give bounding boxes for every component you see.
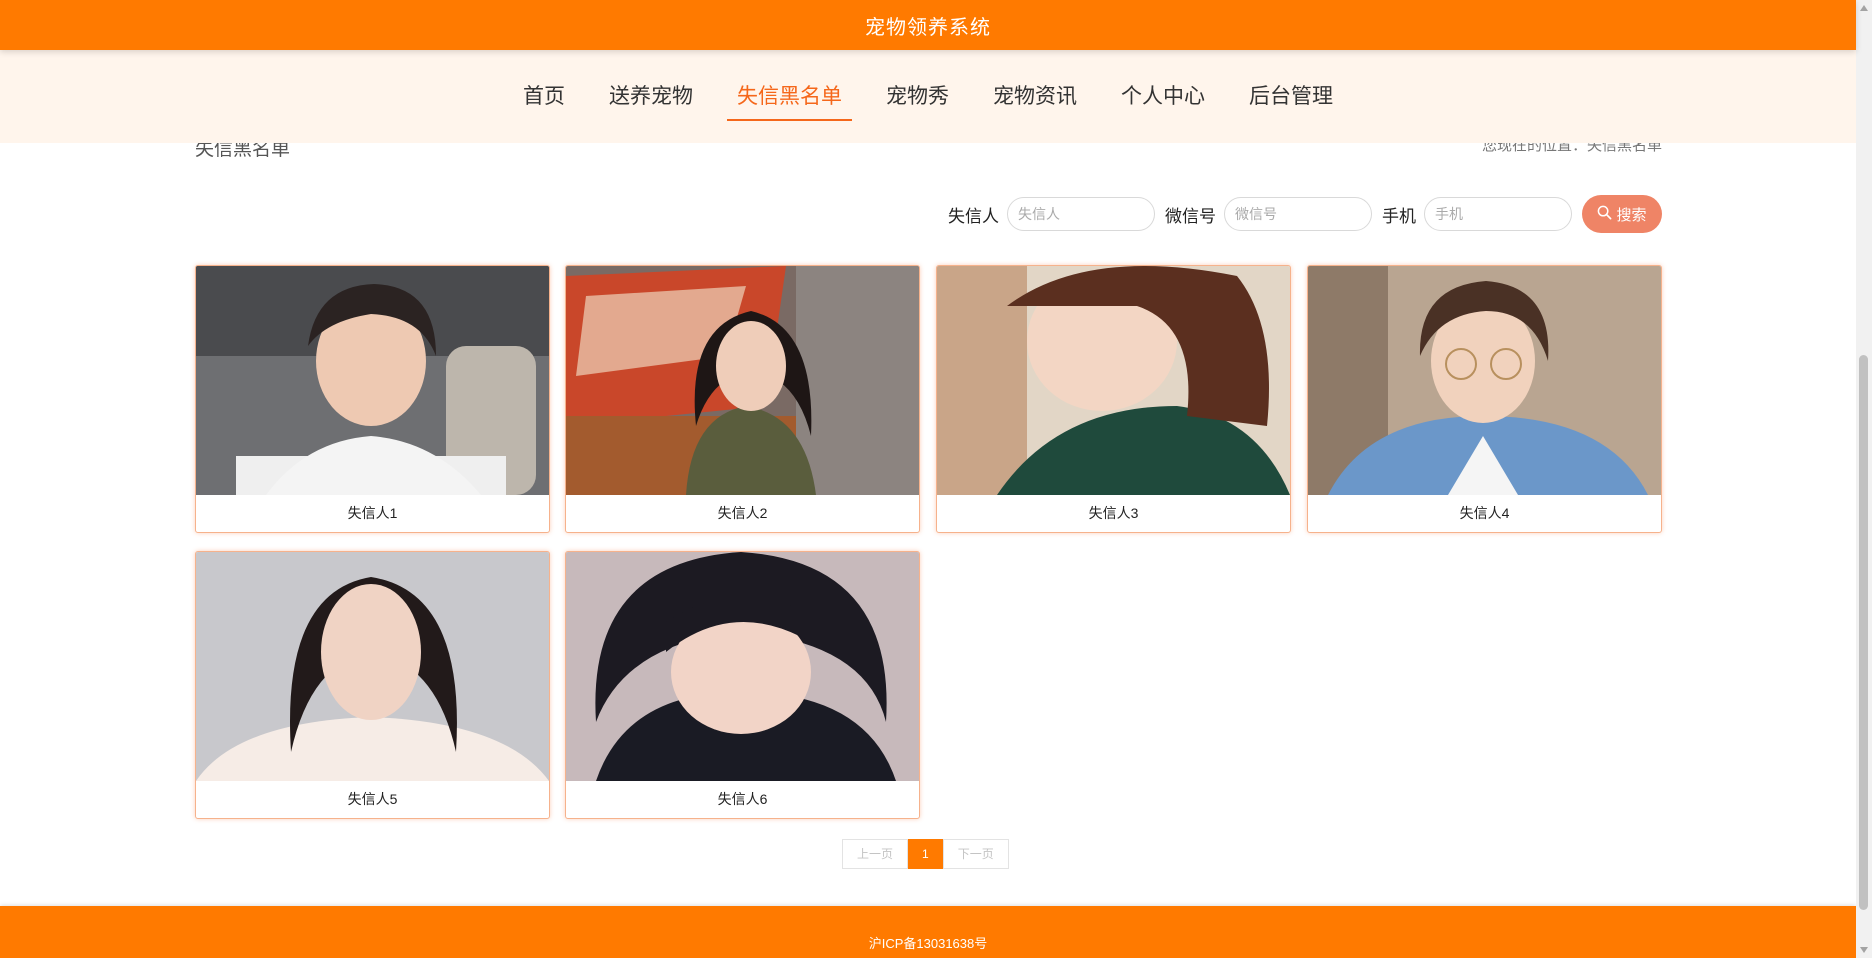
vertical-scrollbar[interactable] [1856, 0, 1872, 958]
person-photo[interactable] [196, 266, 549, 495]
blacklist-card[interactable]: 失信人5 [195, 551, 550, 819]
person-name: 失信人4 [1459, 505, 1510, 521]
nav-item-admin[interactable]: 后台管理 [1239, 77, 1343, 117]
footer: 沪ICP备13031638号 [0, 906, 1856, 958]
site-title: 宠物领养系统 [865, 16, 991, 39]
person-photo[interactable] [566, 266, 919, 495]
nav-item-pet-news[interactable]: 宠物资讯 [983, 77, 1087, 117]
person-name: 失信人2 [717, 505, 768, 521]
blacklist-card[interactable]: 失信人6 [565, 551, 920, 819]
next-page-button[interactable]: 下一页 [942, 839, 1009, 869]
search-button[interactable]: 搜索 [1582, 195, 1662, 233]
main-nav: 首页 送养宠物 失信黑名单 宠物秀 宠物资讯 个人中心 后台管理 [0, 50, 1856, 143]
current-page-button[interactable]: 1 [908, 839, 943, 869]
nav-item-home[interactable]: 首页 [513, 77, 575, 117]
person-photo[interactable] [566, 552, 919, 781]
person-name: 失信人5 [347, 791, 398, 807]
icp-record: 沪ICP备13031638号 [868, 936, 988, 951]
prev-page-button[interactable]: 上一页 [842, 839, 909, 869]
scroll-down-arrow-icon[interactable] [1860, 947, 1868, 953]
blacklist-card[interactable]: 失信人2 [565, 265, 920, 533]
nav-item-adopt[interactable]: 送养宠物 [599, 77, 703, 117]
search-icon [1597, 205, 1612, 224]
person-name: 失信人6 [717, 791, 768, 807]
person-photo[interactable] [1308, 266, 1661, 495]
blacklist-card[interactable]: 失信人4 [1307, 265, 1662, 533]
scroll-thumb[interactable] [1859, 355, 1868, 910]
search-form: 失信人 微信号 手机 搜索 [938, 195, 1662, 233]
phone-label: 手机 [1382, 206, 1416, 226]
person-name: 失信人3 [1088, 505, 1139, 521]
dishonest-person-input[interactable] [1007, 197, 1155, 231]
wechat-input[interactable] [1224, 197, 1372, 231]
blacklist-card[interactable]: 失信人3 [936, 265, 1291, 533]
search-button-label: 搜索 [1616, 206, 1647, 224]
person-photo[interactable] [937, 266, 1290, 495]
dishonest-person-label: 失信人 [948, 206, 999, 226]
pagination: 上一页 1 下一页 [842, 839, 1009, 869]
nav-item-profile[interactable]: 个人中心 [1111, 77, 1215, 117]
wechat-label: 微信号 [1165, 206, 1216, 226]
top-header: 宠物领养系统 [0, 0, 1856, 50]
scroll-up-arrow-icon[interactable] [1860, 5, 1868, 11]
nav-item-pet-show[interactable]: 宠物秀 [876, 77, 959, 117]
person-name: 失信人1 [347, 505, 398, 521]
nav-item-blacklist[interactable]: 失信黑名单 [727, 77, 852, 121]
person-photo[interactable] [196, 552, 549, 781]
phone-input[interactable] [1424, 197, 1572, 231]
blacklist-card[interactable]: 失信人1 [195, 265, 550, 533]
